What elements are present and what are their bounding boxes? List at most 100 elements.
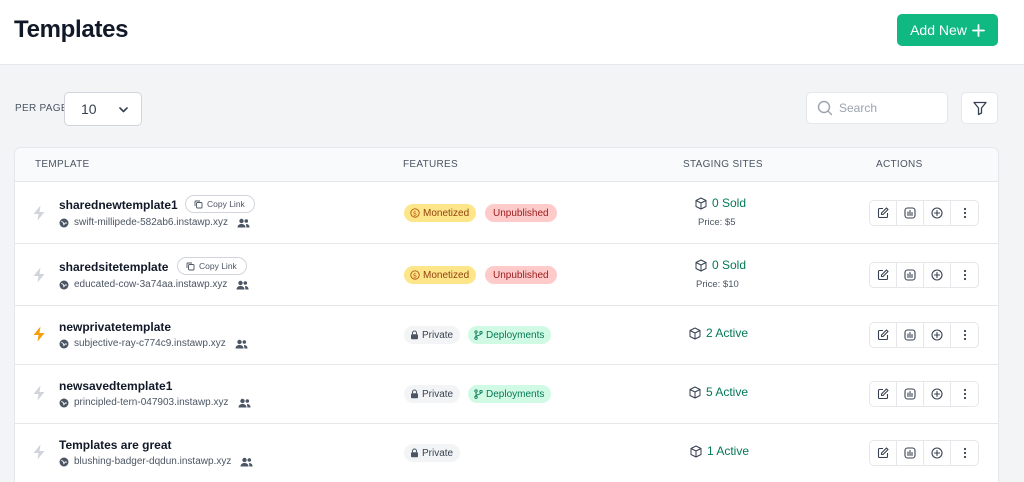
add-new-button[interactable]: Add New [897, 14, 998, 46]
badge-monetized: $ Monetized [404, 204, 477, 222]
plus-circle-icon [931, 447, 943, 459]
search-box[interactable] [806, 92, 948, 124]
plus-circle-icon [931, 329, 943, 341]
page-header: Templates Add New [0, 0, 1024, 65]
badge-label: Private [422, 447, 454, 459]
edit-icon [877, 329, 889, 341]
template-name[interactable]: Templates are great [59, 438, 172, 452]
price-text: Price: $10 [696, 279, 739, 290]
edit-button[interactable] [869, 381, 897, 407]
staging-sites-count[interactable]: 5 Active [689, 385, 748, 399]
box-icon [695, 259, 707, 271]
template-domain-text: educated-cow-3a74aa.instawp.xyz [74, 279, 228, 290]
stats-button[interactable] [896, 381, 924, 407]
table-row: newprivatetemplate subjective-ray-c774c9… [15, 306, 998, 365]
template-name[interactable]: newprivatetemplate [59, 320, 171, 334]
stats-button[interactable] [896, 200, 924, 226]
table-row: sharednewtemplate1 Copy Link swift-milli… [15, 182, 998, 244]
template-domain-text: principled-tern-047903.instawp.xyz [74, 397, 229, 408]
template-domain[interactable]: educated-cow-3a74aa.instawp.xyz [59, 279, 249, 290]
more-button[interactable] [950, 440, 979, 466]
template-domain-text: blushing-badger-dqdun.instawp.xyz [74, 456, 232, 467]
row-actions [869, 262, 979, 288]
template-name[interactable]: sharednewtemplate1 [59, 198, 178, 212]
staging-sites-count[interactable]: 0 Sold [695, 196, 746, 210]
more-button[interactable] [950, 262, 979, 288]
create-site-button[interactable] [923, 322, 951, 348]
table-row: sharedsitetemplate Copy Link educated-co… [15, 244, 998, 306]
badge-private: Private [404, 444, 461, 462]
more-vertical-icon [963, 388, 966, 400]
row-actions [869, 322, 979, 348]
page-title: Templates [14, 16, 129, 43]
create-site-button[interactable] [923, 440, 951, 466]
copy-link-button[interactable]: Copy Link [177, 257, 247, 275]
badge-label: Monetized [423, 269, 470, 281]
globe-icon [59, 398, 69, 407]
badge-label: Deployments [486, 329, 545, 341]
templates-table: TEMPLATE FEATURES STAGING SITES ACTIONS … [14, 147, 999, 482]
plus-circle-icon [931, 269, 943, 281]
edit-button[interactable] [869, 322, 897, 348]
staging-sites-count[interactable]: 2 Active [689, 326, 748, 340]
row-actions [869, 381, 979, 407]
staging-sites-count[interactable]: 0 Sold [695, 258, 746, 272]
badge-unpublished: Unpublished [485, 266, 557, 284]
column-header-template: TEMPLATE [35, 159, 90, 170]
row-actions [869, 440, 979, 466]
more-button[interactable] [950, 322, 979, 348]
copy-link-button[interactable]: Copy Link [185, 195, 255, 213]
create-site-button[interactable] [923, 200, 951, 226]
lock-icon [411, 330, 418, 340]
badge-deployments: Deployments [468, 326, 552, 344]
badge-label: Private [422, 329, 454, 341]
badge-unpublished: Unpublished [485, 204, 557, 222]
template-domain[interactable]: subjective-ray-c774c9.instawp.xyz [59, 338, 248, 349]
filter-button[interactable] [961, 92, 998, 124]
template-name[interactable]: sharedsitetemplate [59, 260, 168, 274]
lock-icon [411, 389, 418, 399]
box-icon [689, 327, 701, 339]
more-button[interactable] [950, 200, 979, 226]
staging-sites-text: 1 Active [707, 444, 750, 458]
stats-button[interactable] [896, 262, 924, 288]
plus-circle-icon [931, 207, 943, 219]
edit-button[interactable] [869, 440, 897, 466]
edit-button[interactable] [869, 200, 897, 226]
per-page-select[interactable]: 10 [64, 92, 142, 126]
template-domain[interactable]: blushing-badger-dqdun.instawp.xyz [59, 456, 253, 467]
stats-button[interactable] [896, 322, 924, 348]
bolt-icon [33, 326, 45, 342]
search-input[interactable] [839, 101, 939, 115]
stats-button[interactable] [896, 440, 924, 466]
box-icon [695, 197, 707, 209]
edit-icon [877, 207, 889, 219]
edit-button[interactable] [869, 262, 897, 288]
svg-text:$: $ [413, 209, 417, 217]
search-icon [817, 100, 833, 116]
create-site-button[interactable] [923, 262, 951, 288]
staging-sites-text: 2 Active [706, 326, 749, 340]
template-domain[interactable]: principled-tern-047903.instawp.xyz [59, 397, 251, 408]
template-name[interactable]: newsavedtemplate1 [59, 379, 172, 393]
per-page-label: PER PAGE [15, 103, 68, 114]
more-vertical-icon [963, 447, 966, 459]
chart-icon [904, 207, 916, 219]
more-button[interactable] [950, 381, 979, 407]
copy-icon [194, 200, 203, 208]
create-site-button[interactable] [923, 381, 951, 407]
users-icon [238, 398, 251, 407]
table-row: Templates are great blushing-badger-dqdu… [15, 424, 998, 482]
chart-icon [904, 329, 916, 341]
add-new-label: Add New [910, 22, 967, 38]
bolt-icon [33, 444, 45, 460]
branch-icon [474, 330, 483, 340]
chart-icon [904, 269, 916, 281]
staging-sites-count[interactable]: 1 Active [690, 444, 749, 458]
users-icon [236, 280, 249, 289]
column-header-staging-sites: STAGING SITES [683, 159, 763, 170]
template-domain[interactable]: swift-millipede-582ab6.instawp.xyz [59, 217, 250, 228]
coin-icon: $ [410, 270, 420, 280]
copy-link-label: Copy Link [199, 261, 237, 271]
copy-link-label: Copy Link [207, 199, 245, 209]
